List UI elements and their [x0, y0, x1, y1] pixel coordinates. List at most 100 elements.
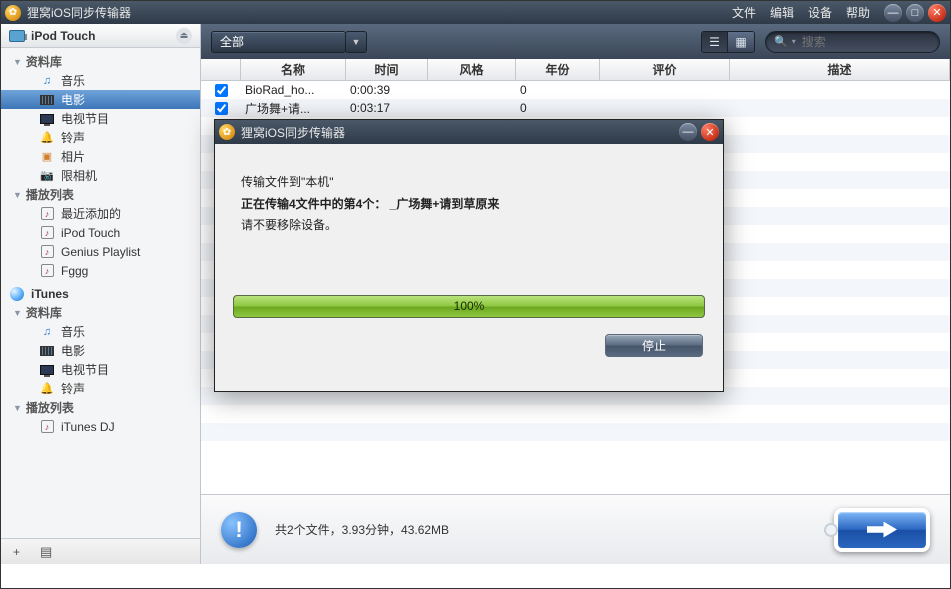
sidebar-item-movies[interactable]: 电影: [1, 90, 200, 109]
movie-icon: [39, 93, 55, 107]
sidebar-item-ringtones[interactable]: 🔔铃声: [1, 128, 200, 147]
sidebar-item-photos[interactable]: ▣相片: [1, 147, 200, 166]
photo-icon: ▣: [39, 150, 55, 164]
minimize-button[interactable]: —: [884, 4, 902, 22]
sidebar-item-it-movies[interactable]: 电影: [1, 341, 200, 360]
sidebar-device-header[interactable]: iPod Touch ⏏: [1, 24, 200, 48]
sidebar-item-ipodtouch-pl[interactable]: ♪iPod Touch: [1, 223, 200, 242]
view-toggle: ☰ ▦: [701, 31, 755, 53]
search-dropdown-icon[interactable]: ▾: [792, 37, 796, 46]
col-year[interactable]: 年份: [516, 59, 600, 80]
tv-icon: [39, 112, 55, 126]
col-desc[interactable]: 描述: [730, 59, 950, 80]
bell-icon: 🔔: [39, 131, 55, 145]
transfer-warning-text: 请不要移除设备。: [241, 215, 703, 237]
section-library[interactable]: ▼资料库: [1, 52, 200, 71]
app-window: ✿ 狸窝iOS同步传输器 文件 编辑 设备 帮助 — □ ✕ iPod Touc…: [0, 0, 951, 589]
progress-container: 100%: [233, 295, 705, 318]
sidebar-item-camera[interactable]: 📷限相机: [1, 166, 200, 185]
tv-icon: [39, 363, 55, 377]
twisty-icon: ▼: [13, 403, 22, 413]
device-icon: [9, 30, 25, 42]
eject-button[interactable]: ⏏: [176, 28, 192, 44]
col-rate[interactable]: 评价: [600, 59, 730, 80]
progress-bar: 100%: [233, 295, 705, 318]
sidebar: iPod Touch ⏏ ▼资料库 ♫音乐 电影 电视节目 🔔铃声 ▣相片 📷限…: [1, 24, 201, 564]
cell-time: 0:00:39: [346, 83, 428, 97]
sidebar-itunes-root[interactable]: iTunes: [1, 284, 200, 303]
dialog-footer: 停止: [215, 318, 723, 357]
app-logo-icon: ✿: [5, 5, 21, 21]
app-title: 狸窝iOS同步传输器: [27, 4, 732, 21]
footer: ! 共2个文件，3.93分钟，43.62MB: [201, 494, 950, 564]
maximize-button[interactable]: □: [906, 4, 924, 22]
col-time[interactable]: 时间: [346, 59, 428, 80]
col-check[interactable]: [201, 59, 241, 80]
app-logo-icon: ✿: [219, 124, 235, 140]
transfer-target-text: 传输文件到"本机": [241, 172, 703, 194]
row-checkbox[interactable]: [215, 102, 228, 115]
filter-control: 全部 ▼: [211, 31, 367, 53]
search-box[interactable]: 🔍 ▾: [765, 31, 940, 53]
playlist-view-button[interactable]: ▤: [40, 544, 52, 560]
col-style[interactable]: 风格: [428, 59, 516, 80]
section-playlists[interactable]: ▼播放列表: [1, 185, 200, 204]
playlist-icon: ♪: [39, 264, 55, 278]
transfer-dialog: ✿ 狸窝iOS同步传输器 — ✕ 传输文件到"本机" 正在传输4文件中的第4个：…: [214, 119, 724, 392]
menu-device[interactable]: 设备: [808, 4, 832, 21]
sidebar-item-it-tv[interactable]: 电视节目: [1, 360, 200, 379]
search-input[interactable]: [802, 35, 951, 49]
close-button[interactable]: ✕: [928, 4, 946, 22]
section-itunes-playlists[interactable]: ▼播放列表: [1, 398, 200, 417]
view-grid-button[interactable]: ▦: [728, 32, 754, 52]
filter-dropdown-arrow[interactable]: ▼: [345, 31, 367, 53]
empty-row: [201, 405, 950, 423]
sidebar-item-tv[interactable]: 电视节目: [1, 109, 200, 128]
progress-percent: 100%: [234, 296, 704, 317]
sidebar-item-it-ringtones[interactable]: 🔔铃声: [1, 379, 200, 398]
col-name[interactable]: 名称: [241, 59, 346, 80]
cell-time: 0:03:17: [346, 101, 428, 115]
sidebar-item-genius[interactable]: ♪Genius Playlist: [1, 242, 200, 261]
info-icon: !: [221, 512, 257, 548]
table-row[interactable]: BioRad_ho... 0:00:39 0: [201, 81, 950, 99]
cell-year: 0: [516, 83, 600, 97]
sidebar-item-recent[interactable]: ♪最近添加的: [1, 204, 200, 223]
view-list-button[interactable]: ☰: [702, 32, 728, 52]
music-icon: ♫: [39, 325, 55, 339]
search-icon: 🔍: [774, 35, 788, 48]
transfer-button[interactable]: [834, 508, 930, 552]
sidebar-statusbar: + ▤: [1, 538, 200, 564]
sidebar-item-music[interactable]: ♫音乐: [1, 71, 200, 90]
playlist-icon: ♪: [39, 207, 55, 221]
music-icon: ♫: [39, 74, 55, 88]
menu-file[interactable]: 文件: [732, 4, 756, 21]
table-row[interactable]: 广场舞+请... 0:03:17 0: [201, 99, 950, 117]
menu-bar: 文件 编辑 设备 帮助: [732, 4, 870, 21]
add-button[interactable]: +: [13, 545, 20, 559]
device-name: iPod Touch: [31, 29, 176, 43]
sidebar-item-itunesdj[interactable]: ♪iTunes DJ: [1, 417, 200, 436]
filter-dropdown[interactable]: 全部: [211, 31, 346, 53]
sidebar-item-it-music[interactable]: ♫音乐: [1, 322, 200, 341]
dialog-title: 狸窝iOS同步传输器: [241, 124, 679, 141]
menu-help[interactable]: 帮助: [846, 4, 870, 21]
toolbar: 全部 ▼ ☰ ▦ 🔍 ▾: [201, 24, 950, 59]
playlist-icon: ♪: [39, 226, 55, 240]
dialog-close-button[interactable]: ✕: [701, 123, 719, 141]
cell-name: BioRad_ho...: [241, 83, 346, 97]
sidebar-tree: ▼资料库 ♫音乐 电影 电视节目 🔔铃声 ▣相片 📷限相机 ▼播放列表 ♪最近添…: [1, 48, 200, 538]
cell-name: 广场舞+请...: [241, 100, 346, 117]
dialog-minimize-button[interactable]: —: [679, 123, 697, 141]
sidebar-item-fggg[interactable]: ♪Fggg: [1, 261, 200, 280]
twisty-icon: ▼: [13, 57, 22, 67]
bell-icon: 🔔: [39, 382, 55, 396]
dialog-titlebar: ✿ 狸窝iOS同步传输器 — ✕: [215, 120, 723, 144]
footer-summary: 共2个文件，3.93分钟，43.62MB: [275, 521, 816, 538]
row-checkbox[interactable]: [215, 84, 228, 97]
stop-button[interactable]: 停止: [605, 334, 703, 357]
titlebar: ✿ 狸窝iOS同步传输器 文件 编辑 设备 帮助 — □ ✕: [1, 1, 950, 24]
menu-edit[interactable]: 编辑: [770, 4, 794, 21]
playlist-icon: ♪: [39, 420, 55, 434]
section-itunes-library[interactable]: ▼资料库: [1, 303, 200, 322]
